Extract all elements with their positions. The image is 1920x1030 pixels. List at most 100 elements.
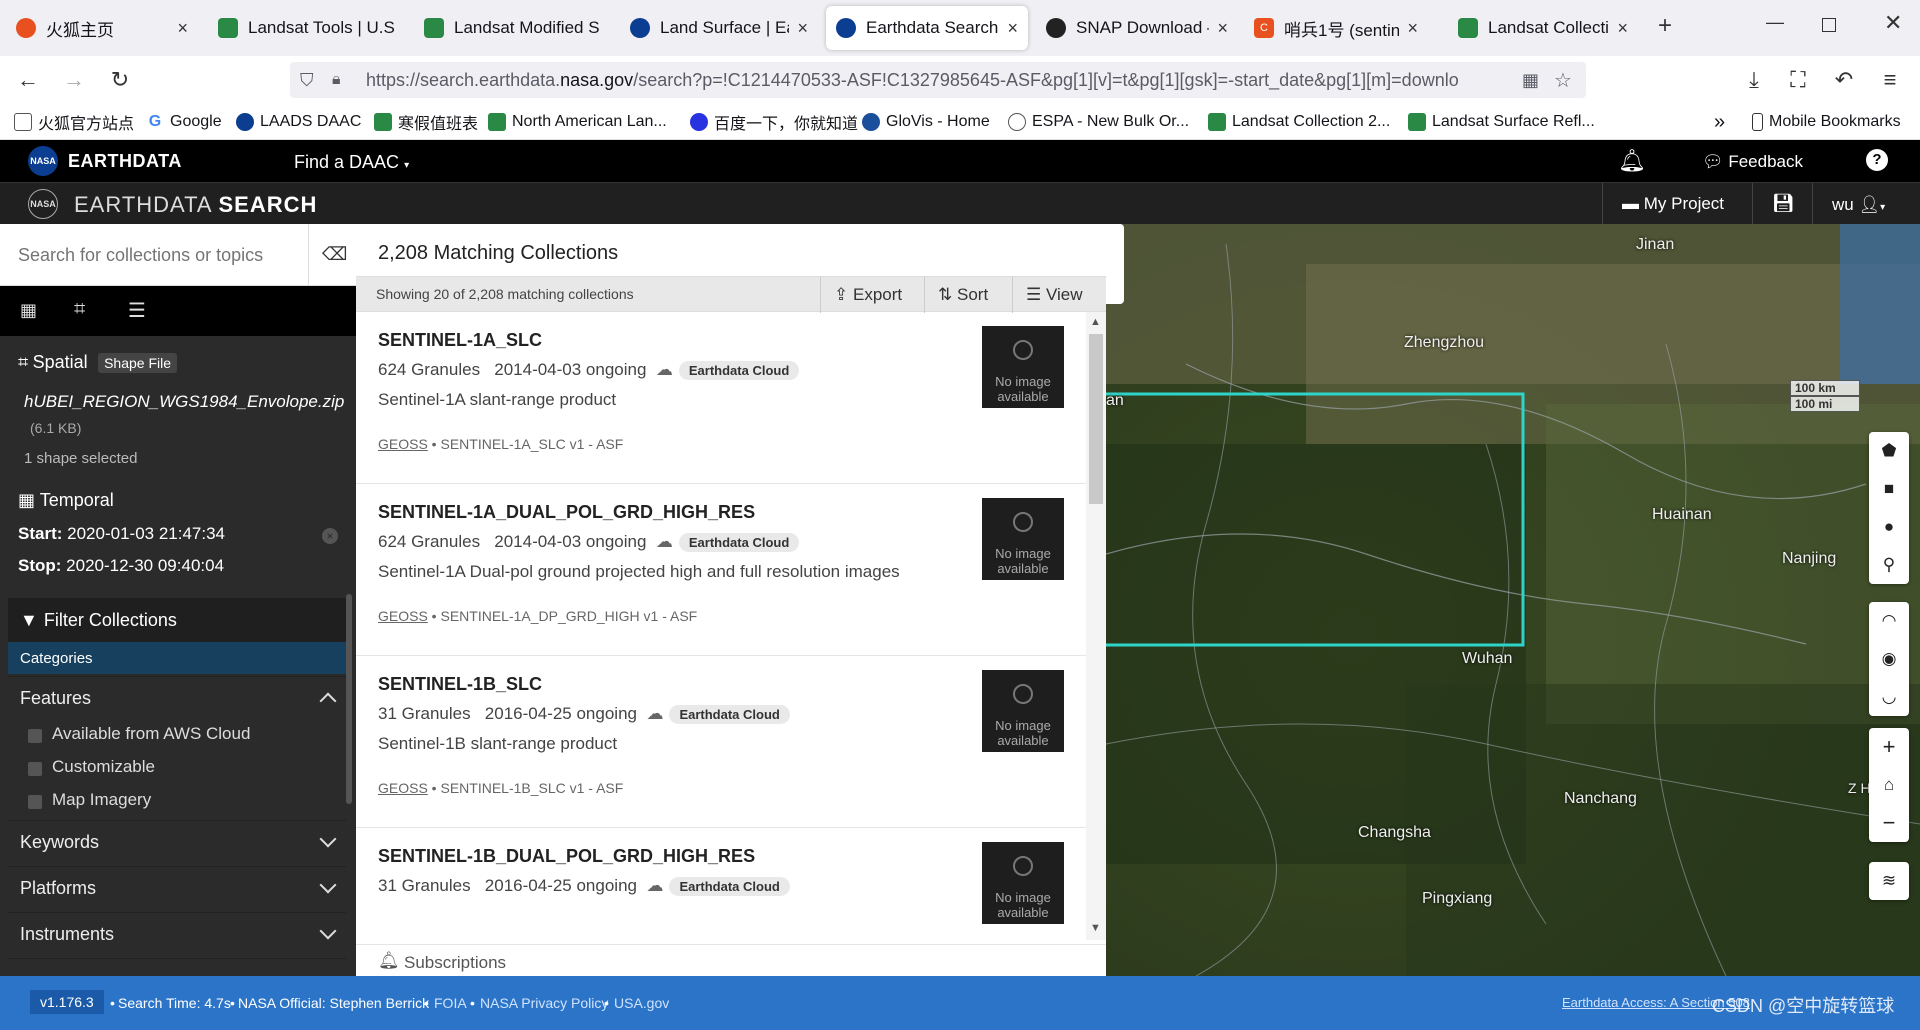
- clear-temporal-icon[interactable]: ×: [322, 528, 338, 544]
- subscriptions-bar[interactable]: 🔔︎ Subscriptions: [356, 944, 1106, 976]
- qr-code-icon[interactable]: ▦: [1522, 70, 1539, 91]
- earthdata-search-title[interactable]: EARTHDATA SEARCH: [74, 192, 317, 218]
- instruments-filter[interactable]: Instruments: [8, 912, 346, 956]
- close-tab-icon[interactable]: ×: [177, 18, 188, 39]
- collection-card[interactable]: SENTINEL-1B_DUAL_POL_GRD_HIGH_RES 31 Gra…: [356, 828, 1086, 940]
- arctic-projection-icon[interactable]: ◠: [1869, 602, 1909, 640]
- close-tab-icon[interactable]: ×: [1407, 18, 1418, 39]
- tab-firefox-home[interactable]: 火狐主页 ×: [6, 6, 198, 50]
- undo-icon[interactable]: ↶: [1828, 64, 1860, 96]
- collection-card[interactable]: SENTINEL-1A_SLC 624 Granules 2014-04-03 …: [356, 312, 1086, 484]
- point-icon[interactable]: ⚲: [1869, 546, 1909, 584]
- scrollbar-thumb[interactable]: [1089, 334, 1103, 504]
- results-scrollbar[interactable]: ▲ ▼: [1086, 312, 1106, 940]
- view-button[interactable]: ☰ View: [1026, 285, 1083, 305]
- temporal-start[interactable]: Start: 2020-01-03 21:47:34: [18, 524, 225, 544]
- find-daac-menu[interactable]: Find a DAAC ▾: [294, 152, 409, 173]
- collection-card[interactable]: SENTINEL-1A_DUAL_POL_GRD_HIGH_RES 624 Gr…: [356, 484, 1086, 656]
- circle-icon[interactable]: ●: [1869, 508, 1909, 546]
- foia-link[interactable]: FOIA: [434, 995, 467, 1011]
- lock-icon[interactable]: 🔒︎: [332, 71, 341, 89]
- tab-sentinel-csdn[interactable]: C 哨兵1号 (sentinel ×: [1244, 6, 1428, 50]
- tab-landsat-tools[interactable]: Landsat Tools | U.S.: [208, 6, 406, 50]
- menu-icon[interactable]: ≡: [1874, 64, 1906, 96]
- earthdata-brand[interactable]: EARTHDATA: [68, 151, 182, 172]
- my-project-button[interactable]: ▬ My Project: [1622, 194, 1724, 214]
- panel-collapse-handle[interactable]: [1106, 224, 1124, 304]
- sidebar-scrollbar[interactable]: [346, 594, 352, 804]
- layers-icon[interactable]: ≋: [1869, 862, 1909, 900]
- bookmark-north-american[interactable]: North American Lan...: [488, 110, 667, 134]
- feedback-button[interactable]: 💬︎ Feedback: [1702, 152, 1803, 172]
- reload-icon[interactable]: ↻: [104, 64, 136, 96]
- zoom-in-icon[interactable]: +: [1869, 728, 1909, 766]
- antarctic-projection-icon[interactable]: ◡: [1869, 678, 1909, 716]
- screenshot-icon[interactable]: ⛶: [1782, 64, 1814, 96]
- tab-snap-download[interactable]: SNAP Download – ×: [1036, 6, 1238, 50]
- bookmark-glovis[interactable]: GloVis - Home: [862, 110, 990, 134]
- bookmark-firefox[interactable]: 火狐官方站点: [14, 110, 134, 134]
- url-bar[interactable]: ⛉ 🔒︎ https://search.earthdata.nasa.gov/s…: [290, 62, 1586, 98]
- minimize-button[interactable]: —: [1766, 12, 1784, 33]
- satellite-map[interactable]: [1106, 224, 1920, 976]
- sort-button[interactable]: ⇅ Sort: [938, 285, 988, 305]
- privacy-link[interactable]: NASA Privacy Policy: [480, 995, 608, 1011]
- organizations-filter[interactable]: [8, 958, 346, 976]
- save-icon[interactable]: 💾︎: [1772, 193, 1795, 214]
- features-filter[interactable]: Features: [8, 676, 346, 720]
- checkbox[interactable]: [28, 729, 42, 743]
- bookmark-landsat-collection[interactable]: Landsat Collection 2...: [1208, 110, 1390, 134]
- close-tab-icon[interactable]: ×: [1007, 18, 1018, 39]
- close-tab-icon[interactable]: ×: [797, 18, 808, 39]
- calendar-icon[interactable]: ▦: [20, 300, 37, 321]
- crop-icon[interactable]: ⌗: [74, 298, 85, 321]
- platforms-filter[interactable]: Platforms: [8, 866, 346, 910]
- tab-landsat-collection[interactable]: Landsat Collection ×: [1448, 6, 1638, 50]
- close-tab-icon[interactable]: ×: [1217, 18, 1228, 39]
- zoom-out-icon[interactable]: −: [1869, 804, 1909, 842]
- user-menu[interactable]: wu 👤︎▾: [1832, 195, 1885, 215]
- bookmark-espa[interactable]: ESPA - New Bulk Or...: [1008, 110, 1189, 134]
- back-arrow-icon[interactable]: ←: [12, 64, 44, 96]
- restore-button[interactable]: [1822, 18, 1836, 32]
- tab-landsat-modified[interactable]: Landsat Modified S: [414, 6, 612, 50]
- bookmark-landsat-surface[interactable]: Landsat Surface Refl...: [1408, 110, 1595, 134]
- tab-earthdata-search[interactable]: Earthdata Search | ×: [826, 6, 1028, 50]
- close-tab-icon[interactable]: ×: [1617, 18, 1628, 39]
- scroll-down-icon[interactable]: ▼: [1090, 922, 1101, 934]
- map-view[interactable]: Jinan Zhengzhou Huainan Nanjing Wuhan Na…: [1106, 224, 1920, 976]
- download-icon[interactable]: ⤓: [1738, 64, 1770, 96]
- usagov-link[interactable]: USA.gov: [614, 995, 669, 1011]
- bookmark-baidu[interactable]: 百度一下，你就知道: [690, 110, 858, 134]
- keywords-filter[interactable]: Keywords: [8, 820, 346, 864]
- bookmark-google[interactable]: G Google: [146, 110, 222, 134]
- rectangle-icon[interactable]: ■: [1869, 470, 1909, 508]
- sliders-icon[interactable]: ☰: [128, 298, 146, 323]
- bookmark-duty-table[interactable]: 寒假值班表: [374, 110, 478, 134]
- categories-tab[interactable]: Categories: [8, 642, 346, 674]
- new-tab-button[interactable]: +: [1658, 12, 1672, 40]
- nasa-logo-icon[interactable]: NASA: [28, 146, 58, 176]
- shield-icon[interactable]: ⛉: [300, 70, 314, 91]
- url-text[interactable]: https://search.earthdata.nasa.gov/search…: [366, 70, 1526, 91]
- search-input[interactable]: [0, 224, 308, 286]
- checkbox[interactable]: [28, 762, 42, 776]
- forward-arrow-icon[interactable]: →: [58, 64, 90, 96]
- scroll-up-icon[interactable]: ▲: [1090, 316, 1101, 328]
- collection-card[interactable]: SENTINEL-1B_SLC 31 Granules 2016-04-25 o…: [356, 656, 1086, 828]
- export-button[interactable]: ⇪ Export: [834, 285, 902, 305]
- help-icon[interactable]: ?: [1866, 149, 1888, 171]
- nasa-logo-icon[interactable]: NASA: [28, 189, 58, 219]
- polygon-icon[interactable]: ⬟: [1869, 432, 1909, 470]
- temporal-stop[interactable]: Stop: 2020-12-30 09:40:04: [18, 556, 224, 576]
- close-window-button[interactable]: ✕: [1884, 10, 1902, 36]
- bell-icon[interactable]: 🔔︎: [1618, 148, 1646, 174]
- globe-icon[interactable]: ◉: [1869, 640, 1909, 678]
- tab-land-surface[interactable]: Land Surface | Eart ×: [620, 6, 818, 50]
- home-icon[interactable]: ⌂: [1869, 766, 1909, 804]
- star-icon[interactable]: ☆: [1554, 68, 1572, 93]
- eraser-icon[interactable]: ⌫: [322, 244, 347, 265]
- mobile-bookmarks[interactable]: Mobile Bookmarks: [1752, 110, 1901, 134]
- checkbox[interactable]: [28, 795, 42, 809]
- bookmark-laads[interactable]: LAADS DAAC: [236, 110, 361, 134]
